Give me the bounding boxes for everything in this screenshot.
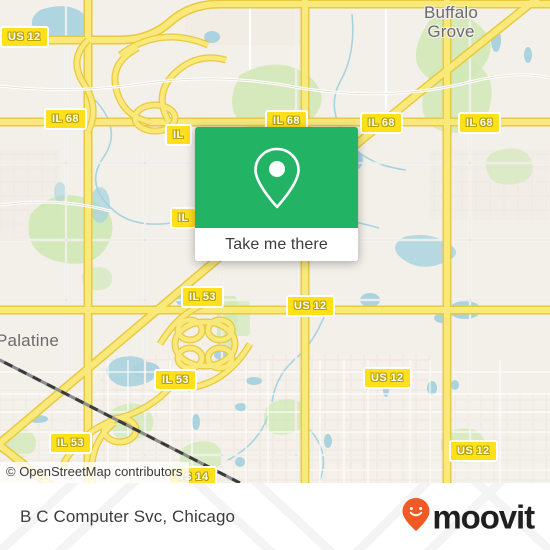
shield-us-12-mid: US 12	[286, 295, 335, 317]
shield-il-68-left: IL 68	[44, 108, 87, 130]
shield-us-12-bottomright: US 12	[449, 440, 498, 462]
shield-il-53-mid: IL 53	[181, 286, 224, 308]
map-attribution[interactable]: © OpenStreetMap contributors	[0, 462, 189, 483]
location-popup-card[interactable]: Take me there	[195, 127, 358, 261]
take-me-there-button[interactable]: Take me there	[195, 228, 358, 261]
shield-us-12-topleft: US 12	[0, 26, 49, 48]
moovit-pin-smiley-icon	[402, 497, 430, 536]
shield-il-partial-mid: IL	[170, 207, 197, 229]
shield-il-partial-top: IL	[165, 124, 192, 146]
page-title: B C Computer Svc, Chicago	[20, 506, 236, 526]
popup-header	[195, 127, 358, 228]
shield-il-53-palatine: IL 53	[154, 369, 197, 391]
moovit-map-screen: Buffalo Grove Palatine US 12 IL 68 IL IL …	[0, 0, 550, 550]
shield-il-68-b: IL 68	[360, 112, 403, 134]
shield-il-53-bottom: IL 53	[49, 432, 92, 454]
moovit-brand[interactable]: moovit	[402, 497, 535, 536]
footer-bar: B C Computer Svc, Chicago moovit	[0, 483, 550, 550]
map-canvas[interactable]: Buffalo Grove Palatine US 12 IL 68 IL IL …	[0, 0, 550, 483]
shield-us-12-right: US 12	[363, 367, 412, 389]
moovit-wordmark: moovit	[432, 498, 535, 535]
location-pin-icon	[250, 146, 304, 210]
shield-il-68-c: IL 68	[458, 112, 501, 134]
